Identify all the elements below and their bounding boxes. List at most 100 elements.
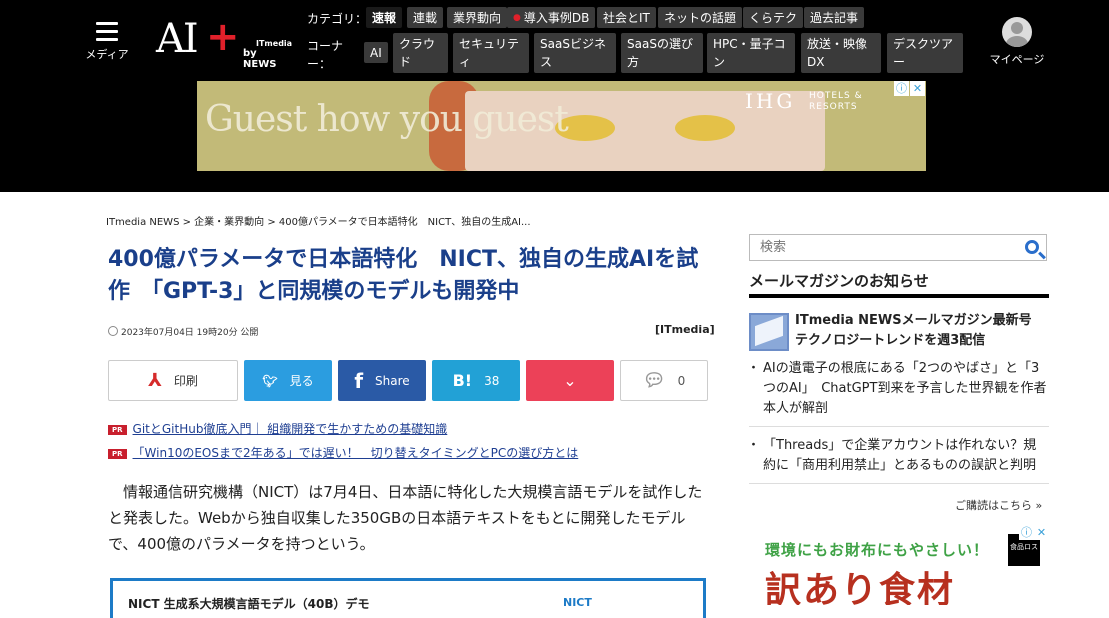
ad-brand-sub-1: HOTELS & — [809, 91, 863, 101]
ad-eye-patch — [675, 115, 735, 141]
publish-date: 2023年07月04日 19時20分 公開 — [108, 325, 258, 338]
sidebar-ad[interactable]: 環境にもお財布にもやさしい！ 訳あり食材 食品ロス ⓘ ✕ — [749, 525, 1049, 605]
breadcrumb[interactable]: ITmedia NEWS > 企業・業界動向 > 400億パラメータで日本語特化… — [106, 213, 531, 228]
category-industry[interactable]: 業界動向 — [447, 7, 508, 28]
ad-headline: Guest how you guest — [205, 99, 569, 140]
category-label: カテゴリ： — [307, 12, 368, 26]
ad-info-icon[interactable]: ⓘ — [1019, 525, 1034, 540]
ad-brand-sub-2: RESORTS — [809, 102, 858, 112]
list-item[interactable]: AIの遺電子の根底にある「2つのやばさ」と「3つのAI」 ChatGPT到来を予… — [747, 357, 1049, 427]
corner-label-text: デスクツア — [893, 37, 954, 51]
twitter-label: 見る — [289, 374, 314, 388]
corner-label-text-2: ィ — [459, 55, 472, 69]
comments-button[interactable]: 💬︎ 0 — [620, 360, 708, 401]
logo-by-news: by NEWS — [243, 48, 277, 70]
embed-title: NICT 生成系大規模言語モデル（40B）デモ — [128, 597, 370, 611]
category-label-text: 連載 — [413, 10, 438, 25]
corner-label-2: ー： — [307, 57, 332, 71]
corner-label-text-2: 方 — [627, 55, 640, 69]
ad-close-icon[interactable]: ✕ — [1034, 525, 1049, 540]
corner-label-text-2: ス — [540, 55, 553, 69]
corner-label-text-2: ン — [713, 55, 726, 69]
pocket-button[interactable]: ⌄ — [526, 360, 614, 401]
red-dot-icon: ● — [513, 12, 521, 23]
avatar-icon — [1002, 17, 1032, 47]
newsletter-news-list: AIの遺電子の根底にある「2つのやばさ」と「3つのAI」 ChatGPT到来を予… — [747, 357, 1049, 491]
sidebar-ad-line2: 訳あり食材 — [765, 570, 956, 605]
article-source[interactable]: [ITmedia] — [655, 323, 715, 336]
mail-envelope-icon — [749, 313, 789, 351]
search-icon[interactable] — [1025, 240, 1039, 254]
banner-ad[interactable]: Guest how you guest IHG HOTELS & RESORTS … — [197, 81, 926, 171]
facebook-share-button[interactable]: f Share — [338, 360, 426, 401]
category-label-text: くらテク — [749, 10, 798, 25]
site-header: メディア AI + ITmedia by NEWS カテゴリ： コーナ ー： 速… — [0, 0, 1109, 192]
menu-button[interactable]: メディア — [82, 22, 132, 62]
newsletter-heading: メールマガジンのお知らせ — [749, 270, 1049, 298]
site-logo[interactable]: AI + ITmedia by NEWS — [156, 14, 293, 70]
category-label-text: 速報 — [372, 10, 397, 25]
hatena-icon: B! — [452, 371, 473, 390]
facebook-icon: f — [354, 368, 364, 393]
sidebar-ad-line1: 環境にもお財布にもやさしい！ — [765, 541, 990, 559]
search-input[interactable] — [750, 235, 1000, 260]
speech-bubble-icon: 💬︎ — [642, 370, 666, 391]
twitter-share-button[interactable]: 🐦︎ 見る — [244, 360, 332, 401]
embed-brand-logo: NICT — [563, 596, 592, 609]
hatena-count: 38 — [484, 373, 500, 388]
logo-itmedia: ITmedia — [256, 39, 293, 48]
category-sokuho[interactable]: 速報 — [366, 7, 403, 28]
ad-close-icon[interactable]: ✕ — [910, 81, 925, 96]
publish-date-text: 2023年07月04日 19時20分 公開 — [121, 328, 259, 338]
print-label: 印刷 — [173, 374, 198, 388]
category-label-text: 社会とIT — [603, 10, 650, 25]
subscribe-link[interactable]: ご購読はこちら » — [955, 497, 1042, 513]
comment-count: 0 — [677, 373, 686, 388]
corner-label-text-2: DX — [807, 55, 825, 69]
category-label-text: 導入事例DB — [523, 10, 590, 25]
category-label-text: 過去記事 — [810, 10, 859, 25]
corner-hpc[interactable]: HPC・量子コン — [707, 33, 795, 73]
corner-label-text-2: ー — [893, 55, 906, 69]
ad-brand: IHG — [745, 89, 796, 113]
corner-label-text: クラウ — [399, 37, 436, 51]
logo-ai-text: AI — [156, 16, 199, 62]
ad-info-icon[interactable]: ⓘ — [894, 81, 909, 96]
category-rensai[interactable]: 連載 — [407, 7, 444, 28]
corner-label-text: AI — [370, 45, 382, 60]
corner-desktour[interactable]: デスクツアー — [887, 33, 963, 73]
category-net[interactable]: ネットの話題 — [658, 7, 743, 28]
mypage-button[interactable]: マイページ — [986, 17, 1048, 67]
category-kuratech[interactable]: くらテク — [743, 7, 804, 28]
corner-label-text: HPC・量子コ — [713, 37, 786, 51]
corner-security[interactable]: セキュリティ — [453, 33, 529, 73]
pr-link-text[interactable]: 「Win10のEOSまで2年ある」では遅い！ 切り替えタイミングとPCの選び方と… — [133, 446, 579, 460]
corner-cloud[interactable]: クラウド — [393, 33, 448, 73]
corner-label-text: SaaSビジネ — [540, 37, 606, 51]
print-button[interactable]: ⅄ 印刷 — [108, 360, 238, 401]
mypage-label: マイページ — [989, 53, 1045, 66]
corner-label: コーナ — [307, 39, 344, 53]
corner-label-text: 放送・映像 — [807, 37, 868, 51]
corner-saas-business[interactable]: SaaSビジネス — [534, 33, 616, 73]
newsletter-title[interactable]: ITmedia NEWSメールマガジン最新号 テクノロジートレンドを週3配信 — [795, 311, 1049, 351]
embedded-figure: NICT 生成系大規模言語モデル（40B）デモ NICT — [110, 578, 706, 618]
corner-broadcast[interactable]: 放送・映像 DX — [801, 33, 881, 73]
pr-link-text[interactable]: GitとGitHub徹底入門｜ 組織開発で生かすための基礎知識 — [133, 422, 448, 436]
pocket-icon: ⌄ — [563, 371, 577, 390]
hatena-bookmark-button[interactable]: B! 38 — [432, 360, 520, 401]
facebook-label: Share — [375, 373, 410, 388]
corner-saas-choice[interactable]: SaaSの選び方 — [621, 33, 703, 73]
category-society[interactable]: 社会とIT — [597, 7, 656, 28]
pdf-icon: ⅄ — [148, 370, 162, 391]
pr-link[interactable]: PR GitとGitHub徹底入門｜ 組織開発で生かすための基礎知識 — [108, 420, 447, 437]
search-box[interactable] — [749, 234, 1047, 261]
logo-plus: + — [206, 14, 240, 60]
category-archive[interactable]: 過去記事 — [804, 7, 865, 28]
list-item[interactable]: 「Threads」で企業アカウントは作れない？規約に「商用利用禁止」とあるものの… — [747, 434, 1049, 484]
corner-ai[interactable]: AI — [364, 42, 388, 63]
pr-link[interactable]: PR 「Win10のEOSまで2年ある」では遅い！ 切り替えタイミングとPCの選び… — [108, 444, 578, 461]
category-case-db[interactable]: ● 導入事例DB — [507, 7, 596, 28]
category-label-text: 業界動向 — [453, 10, 502, 25]
clock-icon — [108, 326, 118, 336]
